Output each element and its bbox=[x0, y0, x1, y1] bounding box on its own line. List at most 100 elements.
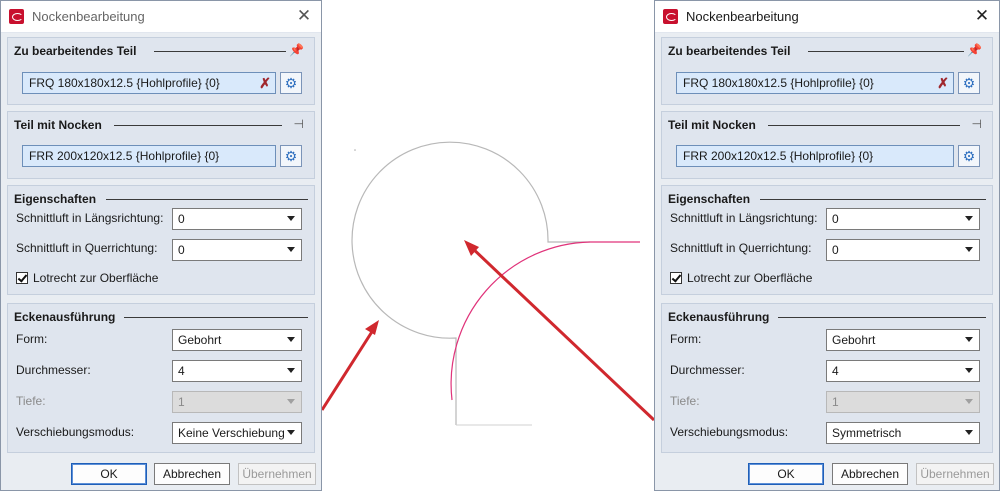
ok-button[interactable]: OK bbox=[748, 463, 824, 485]
pin-icon[interactable]: 📌 bbox=[967, 43, 982, 57]
section-properties: Eigenschaften Schnittluft in Längsrichtu… bbox=[661, 185, 993, 295]
select-part-button[interactable]: ⚙ bbox=[958, 72, 980, 94]
chevron-down-icon bbox=[287, 337, 295, 342]
section-cam-label: Teil mit Nocken bbox=[668, 118, 756, 132]
cancel-button[interactable]: Abbrechen bbox=[154, 463, 230, 485]
dot-mark bbox=[354, 149, 356, 151]
transverse-label: Schnittluft in Querrichtung: bbox=[16, 241, 158, 255]
transverse-label: Schnittluft in Querrichtung: bbox=[670, 241, 812, 255]
gear-icon: ⚙ bbox=[284, 75, 298, 91]
diameter-value: 4 bbox=[178, 364, 185, 378]
section-divider bbox=[808, 51, 964, 52]
diameter-value: 4 bbox=[832, 364, 839, 378]
form-value: Gebohrt bbox=[178, 333, 222, 347]
apply-button: Übernehmen bbox=[238, 463, 316, 485]
form-value: Gebohrt bbox=[832, 333, 876, 347]
gear-icon: ⚙ bbox=[962, 148, 976, 164]
cam-part-field-value: FRR 200x120x12.5 {Hohlprofile} {0} bbox=[683, 149, 874, 163]
app-logo-icon bbox=[9, 9, 24, 24]
section-corner: Eckenausführung Form: Gebohrt Durchmesse… bbox=[7, 303, 315, 453]
part-field-value: FRQ 180x180x12.5 {Hohlprofile} {0} bbox=[683, 76, 874, 90]
cam-part-field-value: FRR 200x120x12.5 {Hohlprofile} {0} bbox=[29, 149, 220, 163]
form-combo[interactable]: Gebohrt bbox=[172, 329, 302, 351]
dialog-right: Nockenbearbeitung ✕ Zu bearbeitendes Tei… bbox=[654, 0, 1000, 491]
section-cam-label: Teil mit Nocken bbox=[14, 118, 102, 132]
chevron-down-icon bbox=[965, 247, 973, 252]
longitudinal-combo[interactable]: 0 bbox=[172, 208, 302, 230]
form-label: Form: bbox=[670, 332, 702, 346]
chevron-down-icon bbox=[287, 368, 295, 373]
cam-part-field[interactable]: FRR 200x120x12.5 {Hohlprofile} {0} bbox=[22, 145, 276, 167]
chevron-down-icon bbox=[287, 247, 295, 252]
perpendicular-checkbox[interactable] bbox=[670, 272, 682, 284]
form-label: Form: bbox=[16, 332, 48, 346]
section-divider bbox=[114, 125, 282, 126]
chevron-down-icon bbox=[287, 430, 295, 435]
pin-side-icon[interactable]: ⊣ bbox=[972, 117, 982, 131]
longitudinal-value: 0 bbox=[178, 212, 185, 226]
longitudinal-label: Schnittluft in Längsrichtung: bbox=[670, 211, 818, 225]
form-combo[interactable]: Gebohrt bbox=[826, 329, 980, 351]
perpendicular-label: Lotrecht zur Oberfläche bbox=[33, 271, 159, 285]
section-cam: Teil mit Nocken ⊣ FRR 200x120x12.5 {Hohl… bbox=[7, 111, 315, 179]
perpendicular-checkbox[interactable] bbox=[16, 272, 28, 284]
diameter-combo[interactable]: 4 bbox=[172, 360, 302, 382]
part-field[interactable]: FRQ 180x180x12.5 {Hohlprofile} {0} ✗ bbox=[676, 72, 954, 94]
part-field[interactable]: FRQ 180x180x12.5 {Hohlprofile} {0} ✗ bbox=[22, 72, 276, 94]
section-properties-label: Eigenschaften bbox=[14, 192, 97, 206]
gear-icon: ⚙ bbox=[284, 148, 298, 164]
section-divider bbox=[124, 317, 308, 318]
section-divider bbox=[768, 125, 960, 126]
close-icon[interactable]: ✕ bbox=[973, 7, 991, 25]
select-cam-part-button[interactable]: ⚙ bbox=[280, 145, 302, 167]
diameter-label: Durchmesser: bbox=[16, 363, 91, 377]
cam-part-field[interactable]: FRR 200x120x12.5 {Hohlprofile} {0} bbox=[676, 145, 954, 167]
perpendicular-label: Lotrecht zur Oberfläche bbox=[687, 271, 813, 285]
diameter-combo[interactable]: 4 bbox=[826, 360, 980, 382]
section-cam: Teil mit Nocken ⊣ FRR 200x120x12.5 {Hohl… bbox=[661, 111, 993, 179]
cancel-button[interactable]: Abbrechen bbox=[832, 463, 908, 485]
arrow-line bbox=[322, 326, 377, 411]
pin-icon[interactable]: 📌 bbox=[289, 43, 304, 57]
clear-icon[interactable]: ✗ bbox=[259, 75, 271, 91]
transverse-combo[interactable]: 0 bbox=[826, 239, 980, 261]
title-bar[interactable]: Nockenbearbeitung ✕ bbox=[1, 1, 321, 33]
mode-combo[interactable]: Keine Verschiebung bbox=[172, 422, 302, 444]
section-divider bbox=[778, 317, 986, 318]
section-corner: Eckenausführung Form: Gebohrt Durchmesse… bbox=[661, 303, 993, 453]
select-cam-part-button[interactable]: ⚙ bbox=[958, 145, 980, 167]
part-field-value: FRQ 180x180x12.5 {Hohlprofile} {0} bbox=[29, 76, 220, 90]
chevron-down-icon bbox=[287, 216, 295, 221]
depth-combo: 1 bbox=[172, 391, 302, 413]
pin-side-icon[interactable]: ⊣ bbox=[294, 117, 304, 131]
depth-value: 1 bbox=[178, 395, 185, 409]
diameter-label: Durchmesser: bbox=[670, 363, 745, 377]
title-bar[interactable]: Nockenbearbeitung ✕ bbox=[655, 1, 999, 33]
clear-icon[interactable]: ✗ bbox=[937, 75, 949, 91]
section-corner-label: Eckenausführung bbox=[668, 310, 770, 324]
arrow-head bbox=[365, 320, 379, 335]
section-part: Zu bearbeitendes Teil 📌 FRQ 180x180x12.5… bbox=[661, 37, 993, 105]
close-icon[interactable]: ✕ bbox=[295, 7, 313, 25]
chevron-down-icon bbox=[965, 430, 973, 435]
section-corner-label: Eckenausführung bbox=[14, 310, 116, 324]
section-divider bbox=[760, 199, 986, 200]
select-part-button[interactable]: ⚙ bbox=[280, 72, 302, 94]
arrow-line bbox=[468, 244, 654, 422]
ok-button[interactable]: OK bbox=[71, 463, 147, 485]
depth-value: 1 bbox=[832, 395, 839, 409]
section-divider bbox=[154, 51, 286, 52]
mode-combo[interactable]: Symmetrisch bbox=[826, 422, 980, 444]
depth-label: Tiefe: bbox=[16, 394, 46, 408]
chevron-down-icon bbox=[965, 368, 973, 373]
transverse-combo[interactable]: 0 bbox=[172, 239, 302, 261]
depth-combo: 1 bbox=[826, 391, 980, 413]
section-part-label: Zu bearbeitendes Teil bbox=[668, 44, 791, 58]
mode-value: Keine Verschiebung bbox=[178, 426, 285, 440]
section-divider bbox=[106, 199, 308, 200]
profile-gray-outline bbox=[351, 141, 590, 425]
drawing-canvas bbox=[322, 141, 654, 426]
longitudinal-combo[interactable]: 0 bbox=[826, 208, 980, 230]
section-part: Zu bearbeitendes Teil 📌 FRQ 180x180x12.5… bbox=[7, 37, 315, 105]
dialog-title: Nockenbearbeitung bbox=[32, 9, 145, 24]
